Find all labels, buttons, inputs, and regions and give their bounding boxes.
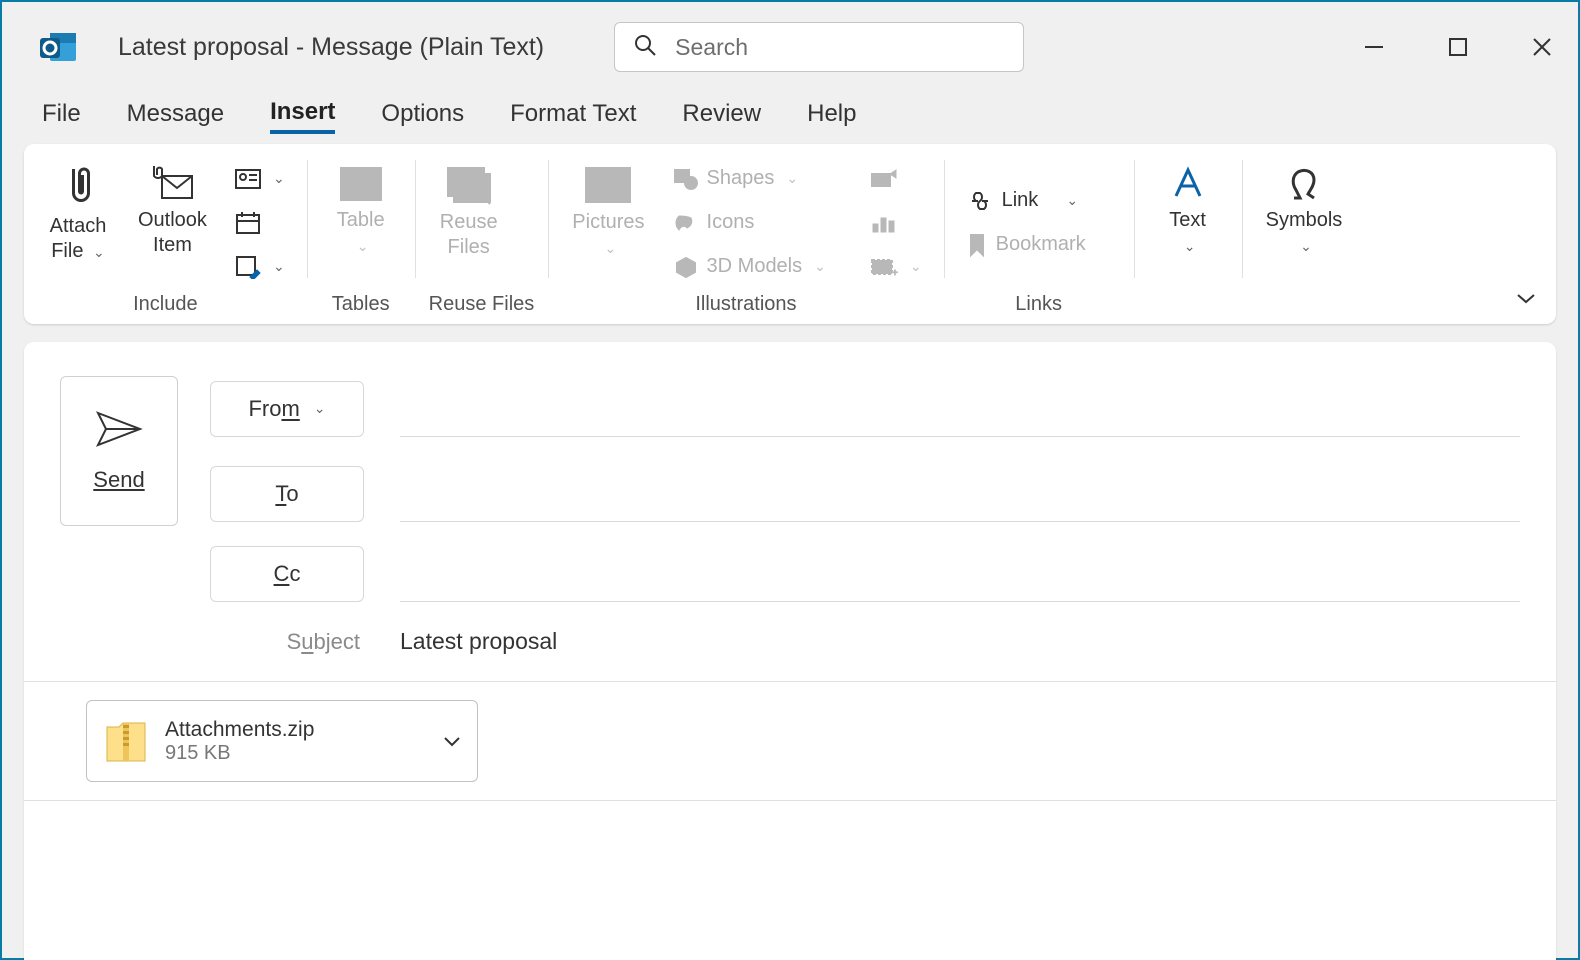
to-button[interactable]: To <box>210 466 364 522</box>
close-button[interactable] <box>1526 31 1558 63</box>
outlook-item-button[interactable]: Outlook Item <box>128 158 217 288</box>
chevron-down-icon: ⌄ <box>605 240 617 256</box>
ribbon-group-symbols: Symbols⌄ . <box>1242 144 1367 324</box>
ribbon-tabs: File Message Insert Options Format Text … <box>2 92 1578 136</box>
symbols-label: Symbols <box>1266 209 1343 231</box>
ribbon-group-links: Link ⌄ Bookmark Links <box>944 144 1134 324</box>
maximize-button[interactable] <box>1442 31 1474 63</box>
link-button[interactable]: Link ⌄ <box>958 181 1094 221</box>
outlook-compose-window: Latest proposal - Message (Plain Text) F… <box>0 0 1580 960</box>
reuse-files-label: Reuse Files <box>440 210 498 260</box>
group-label-illustrations: Illustrations <box>562 293 929 322</box>
text-label: Text <box>1169 209 1206 231</box>
ribbon-group-illustrations: Pictures ⌄ Shapes ⌄ Icons 3D Models <box>548 144 943 324</box>
minimize-button[interactable] <box>1358 31 1390 63</box>
subject-field[interactable] <box>400 628 1520 655</box>
group-label-reuse-files: Reuse Files <box>429 293 535 322</box>
chevron-down-icon: ⌄ <box>357 238 369 254</box>
bookmark-button: Bookmark <box>958 225 1094 265</box>
chevron-down-icon: ⌄ <box>814 258 826 275</box>
tab-message[interactable]: Message <box>127 96 224 132</box>
text-button[interactable]: Text ⌄ <box>1148 158 1228 288</box>
search-input[interactable] <box>675 34 1005 61</box>
cc-button[interactable]: Cc <box>210 546 364 602</box>
chevron-down-icon: ⌄ <box>314 400 326 417</box>
icons-button: Icons <box>665 203 834 243</box>
pictures-label: Pictures <box>572 211 644 233</box>
tab-options[interactable]: Options <box>381 96 464 132</box>
symbols-button[interactable]: Symbols ⌄ <box>1256 158 1353 288</box>
outlook-item-label: Outlook Item <box>138 208 207 258</box>
chevron-down-icon: ⌄ <box>273 170 285 187</box>
cc-field[interactable] <box>400 546 1520 602</box>
send-label: Send <box>93 467 144 492</box>
shapes-button: Shapes ⌄ <box>665 159 834 199</box>
table-label: Table <box>337 209 385 231</box>
from-button[interactable]: From ⌄ <box>210 381 364 437</box>
compose-area: Send From ⌄ To Cc Subject <box>24 342 1556 960</box>
business-card-button[interactable]: ⌄ <box>227 159 293 199</box>
zip-file-icon <box>103 713 149 770</box>
ribbon: Attach File ⌄ Outlook Item ⌄ <box>24 144 1556 324</box>
search-box[interactable] <box>614 22 1024 72</box>
ribbon-group-include: Attach File ⌄ Outlook Item ⌄ <box>24 144 307 324</box>
shapes-label: Shapes <box>707 167 775 190</box>
window-controls <box>1358 31 1558 63</box>
from-field[interactable] <box>400 381 1520 437</box>
group-label-tables: Tables <box>321 293 401 322</box>
chevron-down-icon: ⌄ <box>1300 238 1312 254</box>
title-bar: Latest proposal - Message (Plain Text) <box>2 2 1578 92</box>
group-label-links: Links <box>958 293 1120 322</box>
outlook-app-icon <box>38 27 78 67</box>
chevron-down-icon: ⌄ <box>910 258 922 275</box>
chevron-down-icon: ⌄ <box>1066 192 1078 209</box>
group-label-include: Include <box>38 293 293 322</box>
separator <box>24 800 1556 801</box>
window-title: Latest proposal - Message (Plain Text) <box>118 33 544 62</box>
link-label: Link <box>1002 189 1039 212</box>
screenshot-button: + ⌄ <box>862 247 930 287</box>
pictures-button: Pictures ⌄ <box>562 158 654 288</box>
subject-label: Subject <box>60 629 370 655</box>
tab-format-text[interactable]: Format Text <box>510 96 636 132</box>
smartart-button <box>862 159 930 199</box>
bookmark-label: Bookmark <box>996 233 1086 256</box>
attach-file-button[interactable]: Attach File ⌄ <box>38 158 118 288</box>
attachment-menu-button[interactable] <box>443 731 461 752</box>
tab-review[interactable]: Review <box>682 96 761 132</box>
chevron-down-icon: ⌄ <box>1184 238 1196 254</box>
tab-file[interactable]: File <box>42 96 81 132</box>
tab-help[interactable]: Help <box>807 96 856 132</box>
ribbon-group-text: Text⌄ . <box>1134 144 1242 324</box>
calendar-button[interactable] <box>227 203 293 243</box>
send-button[interactable]: Send <box>60 376 178 526</box>
chevron-down-icon: ⌄ <box>786 170 798 187</box>
table-button: Table ⌄ <box>321 158 401 288</box>
reuse-files-button: Reuse Files <box>429 158 509 288</box>
chevron-down-icon: ⌄ <box>273 258 285 275</box>
chart-button <box>862 203 930 243</box>
to-field[interactable] <box>400 466 1520 522</box>
3d-models-label: 3D Models <box>707 255 803 278</box>
attachment-size: 915 KB <box>165 742 427 765</box>
3d-models-button: 3D Models ⌄ <box>665 247 834 287</box>
signature-button[interactable]: ⌄ <box>227 247 293 287</box>
ribbon-collapse-button[interactable] <box>1514 286 1538 310</box>
ribbon-group-tables: Table ⌄ Tables <box>307 144 415 324</box>
icons-label: Icons <box>707 211 755 234</box>
attachment-name: Attachments.zip <box>165 718 427 742</box>
ribbon-group-reuse-files: Reuse Files Reuse Files <box>415 144 549 324</box>
chevron-down-icon: ⌄ <box>93 244 105 260</box>
attachment-chip[interactable]: Attachments.zip 915 KB <box>86 700 478 782</box>
svg-text:+: + <box>892 268 898 278</box>
search-icon <box>633 33 657 62</box>
tab-insert[interactable]: Insert <box>270 94 335 134</box>
